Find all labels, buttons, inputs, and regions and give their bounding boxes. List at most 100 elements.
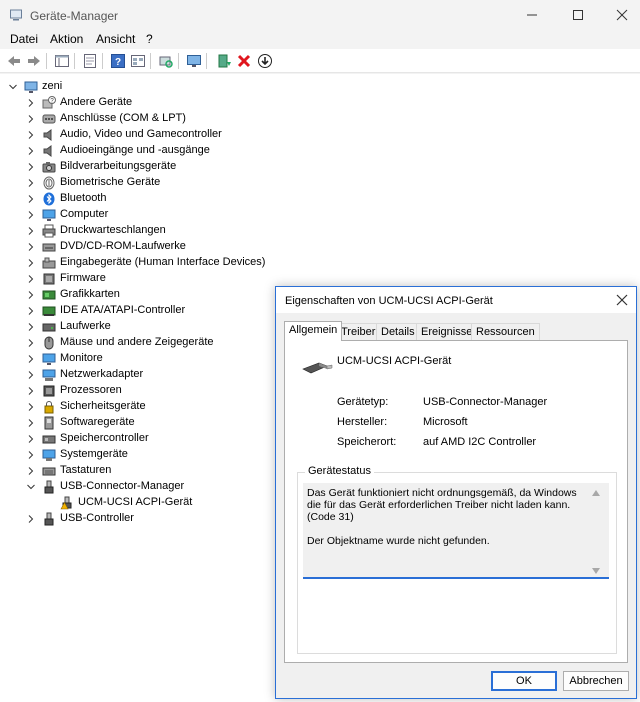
scroll-down-icon[interactable] bbox=[591, 567, 601, 575]
ok-button[interactable]: OK bbox=[491, 671, 557, 691]
graphics-card-icon bbox=[42, 290, 56, 300]
update-driver-icon[interactable] bbox=[216, 53, 232, 69]
chevron-right-icon[interactable] bbox=[26, 370, 36, 380]
properties-sheet-icon[interactable] bbox=[82, 53, 98, 69]
help-icon[interactable]: ? bbox=[110, 53, 126, 69]
unknown-device-icon: ? bbox=[42, 96, 56, 109]
chevron-right-icon[interactable] bbox=[26, 130, 36, 140]
keyboard-icon bbox=[42, 467, 56, 476]
chevron-right-icon[interactable] bbox=[26, 322, 36, 332]
chevron-down-icon[interactable] bbox=[8, 82, 18, 92]
monitor-toolbar-icon[interactable] bbox=[186, 53, 202, 69]
chevron-right-icon[interactable] bbox=[26, 98, 36, 108]
prop-value-location: auf AMD I2C Controller bbox=[423, 436, 537, 448]
fingerprint-icon bbox=[43, 176, 55, 190]
console-tree-icon[interactable] bbox=[54, 53, 70, 69]
general-panel: UCM-UCSI ACPI-Gerät Gerätetyp: USB-Conne… bbox=[284, 340, 628, 663]
chevron-right-icon[interactable] bbox=[26, 338, 36, 348]
chevron-right-icon[interactable] bbox=[26, 354, 36, 364]
tree-item-label: UCM-UCSI ACPI-Gerät bbox=[78, 496, 193, 508]
tree-item-label: Tastaturen bbox=[60, 464, 112, 476]
menu-help[interactable]: ? bbox=[146, 32, 153, 46]
chevron-right-icon[interactable] bbox=[26, 418, 36, 428]
tree-item-label: Monitore bbox=[60, 352, 103, 364]
tab-ereignisse[interactable]: Ereignisse bbox=[416, 323, 478, 340]
dialog-title: Eigenschaften von UCM-UCSI ACPI-Gerät bbox=[285, 295, 493, 307]
system-device-icon bbox=[42, 449, 56, 461]
tree-item-label: Andere Geräte bbox=[60, 96, 133, 108]
chevron-right-icon[interactable] bbox=[26, 226, 36, 236]
tree-item-label: Prozessoren bbox=[60, 384, 122, 396]
disable-device-icon[interactable] bbox=[257, 53, 273, 69]
chevron-right-icon[interactable] bbox=[26, 450, 36, 460]
device-status-text: Das Gerät funktioniert nicht ordnungsgem… bbox=[307, 487, 577, 547]
tree-item-label: Bluetooth bbox=[60, 192, 107, 204]
computer-icon bbox=[24, 81, 38, 93]
close-icon[interactable] bbox=[616, 294, 628, 306]
chevron-right-icon[interactable] bbox=[26, 210, 36, 220]
chevron-right-icon[interactable] bbox=[26, 434, 36, 444]
properties-dialog: Eigenschaften von UCM-UCSI ACPI-Gerät Al… bbox=[275, 286, 637, 699]
scroll-up-icon[interactable] bbox=[591, 489, 601, 497]
device-status-textbox[interactable]: Das Gerät funktioniert nicht ordnungsgem… bbox=[303, 483, 609, 579]
tree-item-label: USB-Connector-Manager bbox=[60, 480, 185, 492]
view-icon[interactable] bbox=[130, 53, 146, 69]
forward-arrow-icon[interactable] bbox=[26, 53, 42, 69]
software-device-icon bbox=[44, 416, 54, 430]
tree-item-label: Grafikkarten bbox=[60, 288, 120, 300]
tree-item-label: Computer bbox=[60, 208, 109, 220]
prop-label-manufacturer: Hersteller: bbox=[337, 416, 388, 428]
security-icon bbox=[44, 401, 54, 414]
chevron-right-icon[interactable] bbox=[26, 242, 36, 252]
scan-hardware-icon[interactable] bbox=[158, 53, 174, 69]
firmware-icon bbox=[43, 273, 55, 285]
back-arrow-icon[interactable] bbox=[6, 53, 22, 69]
tab-allgemein[interactable]: Allgemein bbox=[284, 321, 343, 341]
uninstall-x-icon[interactable] bbox=[236, 53, 252, 69]
tree-item-label: Netzwerkadapter bbox=[60, 368, 144, 380]
chevron-right-icon[interactable] bbox=[26, 274, 36, 284]
bluetooth-icon bbox=[43, 192, 55, 206]
chevron-right-icon[interactable] bbox=[26, 258, 36, 268]
tree-item-label: Laufwerke bbox=[60, 320, 111, 332]
monitor-icon bbox=[42, 209, 56, 221]
device-status-title: Gerätestatus bbox=[305, 465, 374, 477]
chevron-right-icon[interactable] bbox=[26, 114, 36, 124]
prop-label-type: Gerätetyp: bbox=[337, 396, 389, 408]
chevron-right-icon[interactable] bbox=[26, 178, 36, 188]
usb-connector-icon bbox=[302, 362, 333, 374]
speaker-icon bbox=[43, 129, 52, 141]
close-icon[interactable] bbox=[612, 6, 632, 24]
tree-item-label: Softwaregeräte bbox=[60, 416, 135, 428]
chevron-down-icon[interactable] bbox=[26, 482, 36, 492]
chevron-right-icon[interactable] bbox=[26, 466, 36, 476]
tree-item-label: Biometrische Geräte bbox=[60, 176, 161, 188]
tree-item-label: Audio, Video und Gamecontroller bbox=[60, 128, 222, 140]
prop-value-manufacturer: Microsoft bbox=[423, 416, 468, 428]
chevron-right-icon[interactable] bbox=[26, 514, 36, 524]
window-title: Geräte-Manager bbox=[30, 9, 119, 23]
tab-ressourcen[interactable]: Ressourcen bbox=[471, 323, 540, 340]
chevron-right-icon[interactable] bbox=[26, 146, 36, 156]
menu-aktion[interactable]: Aktion bbox=[50, 32, 83, 46]
monitor-icon bbox=[42, 353, 56, 365]
chevron-right-icon[interactable] bbox=[26, 290, 36, 300]
maximize-icon[interactable] bbox=[568, 6, 588, 24]
tree-item-label: Speichercontroller bbox=[60, 432, 149, 444]
speaker-icon bbox=[43, 145, 52, 157]
usb-icon bbox=[44, 480, 54, 494]
chevron-right-icon[interactable] bbox=[26, 162, 36, 172]
tab-details[interactable]: Details bbox=[376, 323, 420, 340]
chevron-right-icon[interactable] bbox=[26, 386, 36, 396]
chevron-right-icon[interactable] bbox=[26, 402, 36, 412]
tree-item-label: IDE ATA/ATAPI-Controller bbox=[60, 304, 186, 316]
tree-item-label: Firmware bbox=[60, 272, 106, 284]
minimize-icon[interactable] bbox=[522, 6, 542, 24]
menu-ansicht[interactable]: Ansicht bbox=[96, 32, 135, 46]
tree-item-label: Druckwarteschlangen bbox=[60, 224, 166, 236]
chevron-right-icon[interactable] bbox=[26, 306, 36, 316]
cancel-button[interactable]: Abbrechen bbox=[563, 671, 629, 691]
chevron-right-icon[interactable] bbox=[26, 194, 36, 204]
tab-treiber[interactable]: Treiber bbox=[336, 323, 381, 340]
menu-datei[interactable]: Datei bbox=[10, 32, 38, 46]
